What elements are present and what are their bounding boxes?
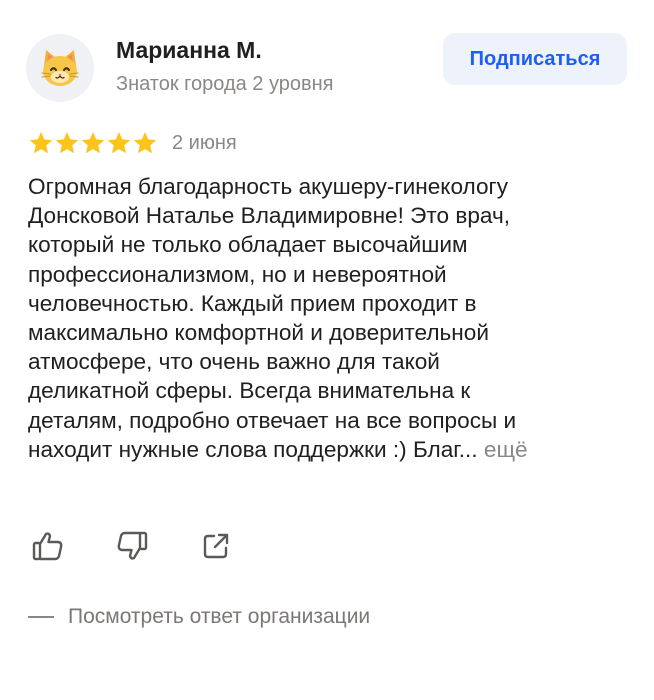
review-line-text: находит нужные слова поддержки :) Благ..… <box>28 436 478 462</box>
star-icon <box>107 131 131 154</box>
view-org-reply-label: Посмотреть ответ организации <box>68 605 371 628</box>
dash-divider <box>28 616 54 618</box>
review-date: 2 июня <box>172 131 237 154</box>
share-icon <box>203 533 229 559</box>
review-line-text: человечностью. Каждый прием проходит в <box>28 290 477 316</box>
review-card: Марианна М. Знаток города 2 уровня Подпи… <box>0 0 654 700</box>
avatar[interactable] <box>26 34 94 102</box>
review-line: максимально комфортной и доверительной <box>28 318 628 347</box>
review-line-text: Донсковой Наталье Владимировне! Это врач… <box>28 203 511 229</box>
star-icon <box>29 131 53 154</box>
thumbs-up-icon <box>32 532 63 561</box>
view-org-reply-link[interactable]: Посмотреть ответ организации <box>28 602 370 632</box>
rating-row: 2 июня <box>28 128 237 158</box>
cat-face-icon <box>41 50 79 86</box>
star-icon <box>81 131 105 154</box>
review-line: деликатной сферы. Всегда внимательна к <box>28 376 628 405</box>
read-more-link[interactable]: ещё <box>484 437 528 462</box>
star-icon <box>55 131 79 154</box>
review-text: Огромная благодарность акушеру-гинеколог… <box>28 172 628 464</box>
review-line: профессионализмом, но и невероятной <box>28 260 628 289</box>
review-line: атмосфере, что очень важно для такой <box>28 347 628 376</box>
review-line-text: профессионализмом, но и невероятной <box>28 261 447 287</box>
thumbs-down-icon <box>117 531 148 560</box>
review-line: Огромная благодарность акушеру-гинеколог… <box>28 172 628 201</box>
star-rating <box>28 130 158 156</box>
author-level: Знаток города 2 уровня <box>116 73 334 95</box>
subscribe-button[interactable]: Подписаться <box>443 33 627 85</box>
review-line: Донсковой Наталье Владимировне! Это врач… <box>28 201 628 230</box>
author-name[interactable]: Марианна М. <box>116 37 262 64</box>
review-line: деталям, подробно отвечает на все вопрос… <box>28 406 628 435</box>
star-icon <box>133 131 157 154</box>
review-actions <box>30 528 234 564</box>
review-line-text: атмосфере, что очень важно для такой <box>28 349 440 375</box>
like-button[interactable] <box>30 528 66 564</box>
review-line-text: Огромная благодарность акушеру-гинеколог… <box>28 174 509 199</box>
share-button[interactable] <box>198 528 234 564</box>
review-line-text: максимально комфортной и доверительной <box>28 320 489 346</box>
review-line: который не только обладает высочайшим <box>28 230 628 259</box>
review-line-text: который не только обладает высочайшим <box>28 232 468 258</box>
dislike-button[interactable] <box>114 528 150 564</box>
review-line-text: деталям, подробно отвечает на все вопрос… <box>28 407 517 433</box>
review-line: человечностью. Каждый прием проходит в <box>28 289 628 318</box>
review-line-text: деликатной сферы. Всегда внимательна к <box>28 378 471 404</box>
review-line: находит нужные слова поддержки :) Благ..… <box>28 435 628 464</box>
